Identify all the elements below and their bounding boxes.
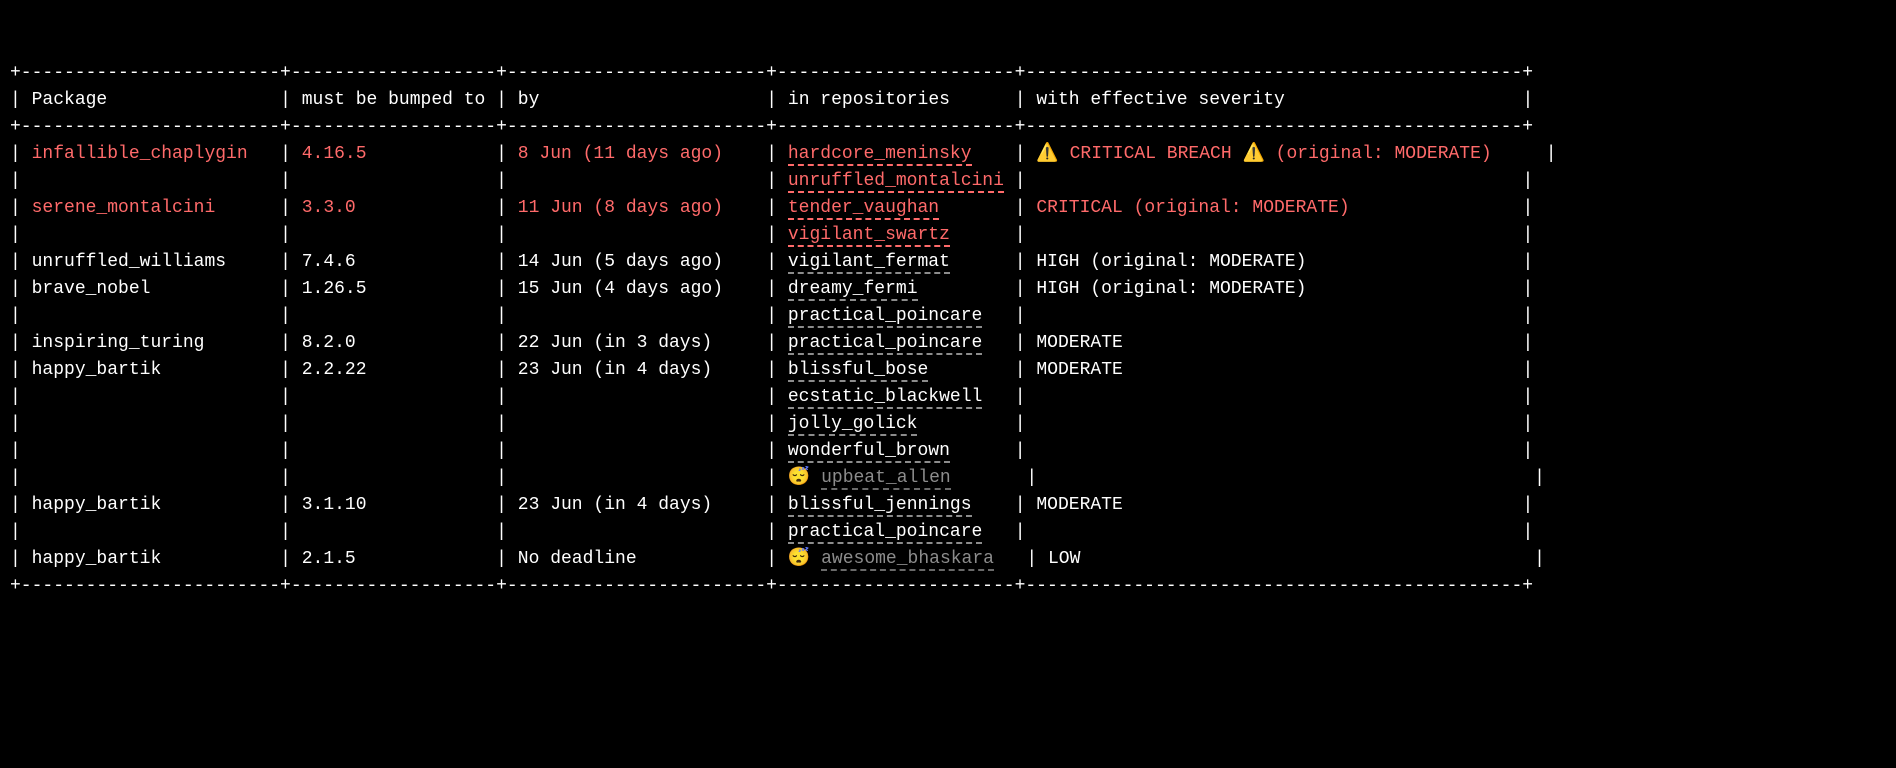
package-name: serene_montalcini bbox=[32, 198, 216, 218]
table-row: | | | | unruffled_montalcini | | bbox=[10, 168, 1886, 195]
table-row: | unruffled_williams | 7.4.6 | 14 Jun (5… bbox=[10, 249, 1886, 276]
deadline: 22 Jun (in 3 days) bbox=[518, 333, 712, 353]
deadline: 11 Jun (8 days ago) bbox=[518, 198, 723, 218]
table-row: | | | | ecstatic_blackwell | | bbox=[10, 384, 1886, 411]
repo-name: vigilant_swartz bbox=[788, 225, 950, 247]
repo-name: blissful_jennings bbox=[788, 495, 972, 517]
bump-version: 1.26.5 bbox=[302, 279, 367, 299]
table-row: | | | | vigilant_swartz | | bbox=[10, 222, 1886, 249]
package-name: inspiring_turing bbox=[32, 333, 205, 353]
repo-name: tender_vaughan bbox=[788, 198, 939, 220]
repo-entry: 😴 awesome_bhaskara bbox=[788, 549, 994, 571]
repo-name: practical_poincare bbox=[788, 306, 982, 328]
table-row: | happy_bartik | 2.1.5 | No deadline | 😴… bbox=[10, 546, 1886, 573]
package-name: happy_bartik bbox=[32, 360, 162, 380]
repo-name: hardcore_meninsky bbox=[788, 144, 972, 166]
sleeping-icon: 😴 bbox=[788, 549, 810, 569]
column-header: with effective severity bbox=[1036, 90, 1284, 110]
repo-name: practical_poincare bbox=[788, 333, 982, 355]
bump-version: 7.4.6 bbox=[302, 252, 356, 272]
repo-name: unruffled_montalcini bbox=[788, 171, 1004, 193]
deadline: 23 Jun (in 4 days) bbox=[518, 360, 712, 380]
severity: MODERATE bbox=[1036, 495, 1122, 515]
severity: LOW bbox=[1048, 549, 1080, 569]
bump-version: 3.1.10 bbox=[302, 495, 367, 515]
column-header: in repositories bbox=[788, 90, 950, 110]
repo-name: vigilant_fermat bbox=[788, 252, 950, 274]
table-row: | | | | wonderful_brown | | bbox=[10, 438, 1886, 465]
column-header: by bbox=[518, 90, 540, 110]
repo-entry: 😴 upbeat_allen bbox=[788, 468, 951, 490]
repo-name: practical_poincare bbox=[788, 522, 982, 544]
bump-version: 8.2.0 bbox=[302, 333, 356, 353]
bump-version: 4.16.5 bbox=[302, 144, 367, 164]
repo-name: awesome_bhaskara bbox=[821, 549, 994, 571]
bump-version: 2.2.22 bbox=[302, 360, 367, 380]
table-row: | happy_bartik | 3.1.10 | 23 Jun (in 4 d… bbox=[10, 492, 1886, 519]
package-name: unruffled_williams bbox=[32, 252, 226, 272]
sleeping-icon: 😴 bbox=[788, 468, 810, 488]
deadline: 8 Jun (11 days ago) bbox=[518, 144, 723, 164]
column-header: Package bbox=[32, 90, 108, 110]
table-row: | serene_montalcini | 3.3.0 | 11 Jun (8 … bbox=[10, 195, 1886, 222]
column-header: must be bumped to bbox=[302, 90, 486, 110]
package-name: happy_bartik bbox=[32, 495, 162, 515]
severity: MODERATE bbox=[1036, 333, 1122, 353]
table-row: | Package | must be bumped to | by | in … bbox=[10, 87, 1886, 114]
severity: HIGH (original: MODERATE) bbox=[1036, 252, 1306, 272]
table-row: | happy_bartik | 2.2.22 | 23 Jun (in 4 d… bbox=[10, 357, 1886, 384]
table-row: | | | | practical_poincare | | bbox=[10, 303, 1886, 330]
package-name: brave_nobel bbox=[32, 279, 151, 299]
repo-name: dreamy_fermi bbox=[788, 279, 918, 301]
severity: CRITICAL (original: MODERATE) bbox=[1036, 198, 1349, 218]
deadline: 23 Jun (in 4 days) bbox=[518, 495, 712, 515]
repo-name: blissful_bose bbox=[788, 360, 928, 382]
repo-name: wonderful_brown bbox=[788, 441, 950, 463]
bump-version: 2.1.5 bbox=[302, 549, 356, 569]
repo-name: upbeat_allen bbox=[821, 468, 951, 490]
warning-icon: ⚠️ bbox=[1036, 144, 1058, 164]
table-row: | | | | 😴 upbeat_allen | | bbox=[10, 465, 1886, 492]
deadline: No deadline bbox=[518, 549, 637, 569]
table-row: | infallible_chaplygin | 4.16.5 | 8 Jun … bbox=[10, 141, 1886, 168]
severity: HIGH (original: MODERATE) bbox=[1036, 279, 1306, 299]
terminal-output: +------------------------+--------------… bbox=[0, 54, 1896, 606]
bump-version: 3.3.0 bbox=[302, 198, 356, 218]
table-row: | | | | practical_poincare | | bbox=[10, 519, 1886, 546]
table-row: | | | | jolly_golick | | bbox=[10, 411, 1886, 438]
warning-icon: ⚠️ bbox=[1242, 144, 1264, 164]
table-row: | brave_nobel | 1.26.5 | 15 Jun (4 days … bbox=[10, 276, 1886, 303]
repo-name: ecstatic_blackwell bbox=[788, 387, 982, 409]
deadline: 14 Jun (5 days ago) bbox=[518, 252, 723, 272]
severity: MODERATE bbox=[1036, 360, 1122, 380]
package-name: infallible_chaplygin bbox=[32, 144, 248, 164]
repo-name: jolly_golick bbox=[788, 414, 918, 436]
deadline: 15 Jun (4 days ago) bbox=[518, 279, 723, 299]
table-row: | inspiring_turing | 8.2.0 | 22 Jun (in … bbox=[10, 330, 1886, 357]
package-name: happy_bartik bbox=[32, 549, 162, 569]
severity: ⚠️ CRITICAL BREACH ⚠️ (original: MODERAT… bbox=[1036, 144, 1491, 164]
